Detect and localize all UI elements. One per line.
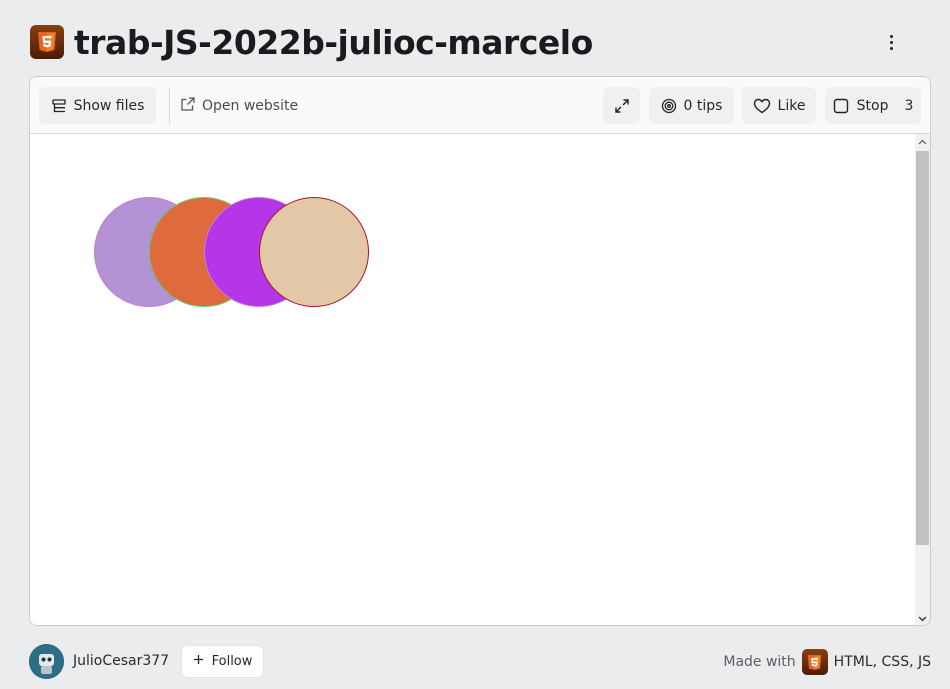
files-icon xyxy=(51,98,67,114)
footer: JulioCesar377 Follow Made with HTML, CSS… xyxy=(29,644,931,679)
html5-icon xyxy=(30,25,64,59)
fullscreen-button[interactable] xyxy=(603,87,640,124)
follow-button[interactable]: Follow xyxy=(182,646,263,677)
expand-icon xyxy=(614,98,630,114)
tech-stack-label: HTML, CSS, JS xyxy=(833,654,931,670)
like-label: Like xyxy=(777,97,806,114)
page-title: trab-JS-2022b-julioc-marcelo xyxy=(74,22,593,62)
spiral-icon xyxy=(661,98,677,114)
show-files-button[interactable]: Show files xyxy=(39,87,156,124)
follow-label: Follow xyxy=(211,654,253,669)
circle-beige xyxy=(259,197,369,307)
stop-label: Stop xyxy=(856,97,889,114)
scroll-up-arrow-icon[interactable] xyxy=(915,134,930,149)
scrollbar-thumb[interactable] xyxy=(916,151,929,545)
open-website-link[interactable]: Open website xyxy=(180,87,298,124)
made-with-info: Made with HTML, CSS, JS xyxy=(723,648,931,676)
username-link[interactable]: JulioCesar377 xyxy=(73,653,169,669)
show-files-label: Show files xyxy=(73,97,145,114)
tips-button[interactable]: 0 tips xyxy=(649,87,734,124)
repl-frame: Show files Open website 0 tips Like Stop… xyxy=(29,76,931,626)
external-link-icon xyxy=(180,96,196,116)
plus-icon xyxy=(193,654,204,669)
avatar[interactable] xyxy=(29,644,64,679)
heart-icon xyxy=(753,98,771,114)
scroll-down-arrow-icon[interactable] xyxy=(915,611,930,625)
project-header: trab-JS-2022b-julioc-marcelo xyxy=(30,22,930,62)
open-website-label: Open website xyxy=(202,97,299,114)
html5-icon xyxy=(801,649,828,675)
preview-canvas[interactable] xyxy=(30,134,916,625)
like-button[interactable]: Like xyxy=(742,87,816,124)
kebab-menu-icon[interactable] xyxy=(882,32,900,52)
stop-square-icon xyxy=(833,98,849,114)
tips-label: 0 tips xyxy=(683,97,723,114)
stop-count: 3 xyxy=(904,97,914,114)
stop-button[interactable]: Stop 3 xyxy=(825,87,921,124)
toolbar: Show files Open website 0 tips Like Stop… xyxy=(30,77,930,134)
made-with-label: Made with xyxy=(723,654,796,670)
toolbar-divider xyxy=(169,88,170,124)
preview-scrollbar[interactable] xyxy=(915,134,930,625)
